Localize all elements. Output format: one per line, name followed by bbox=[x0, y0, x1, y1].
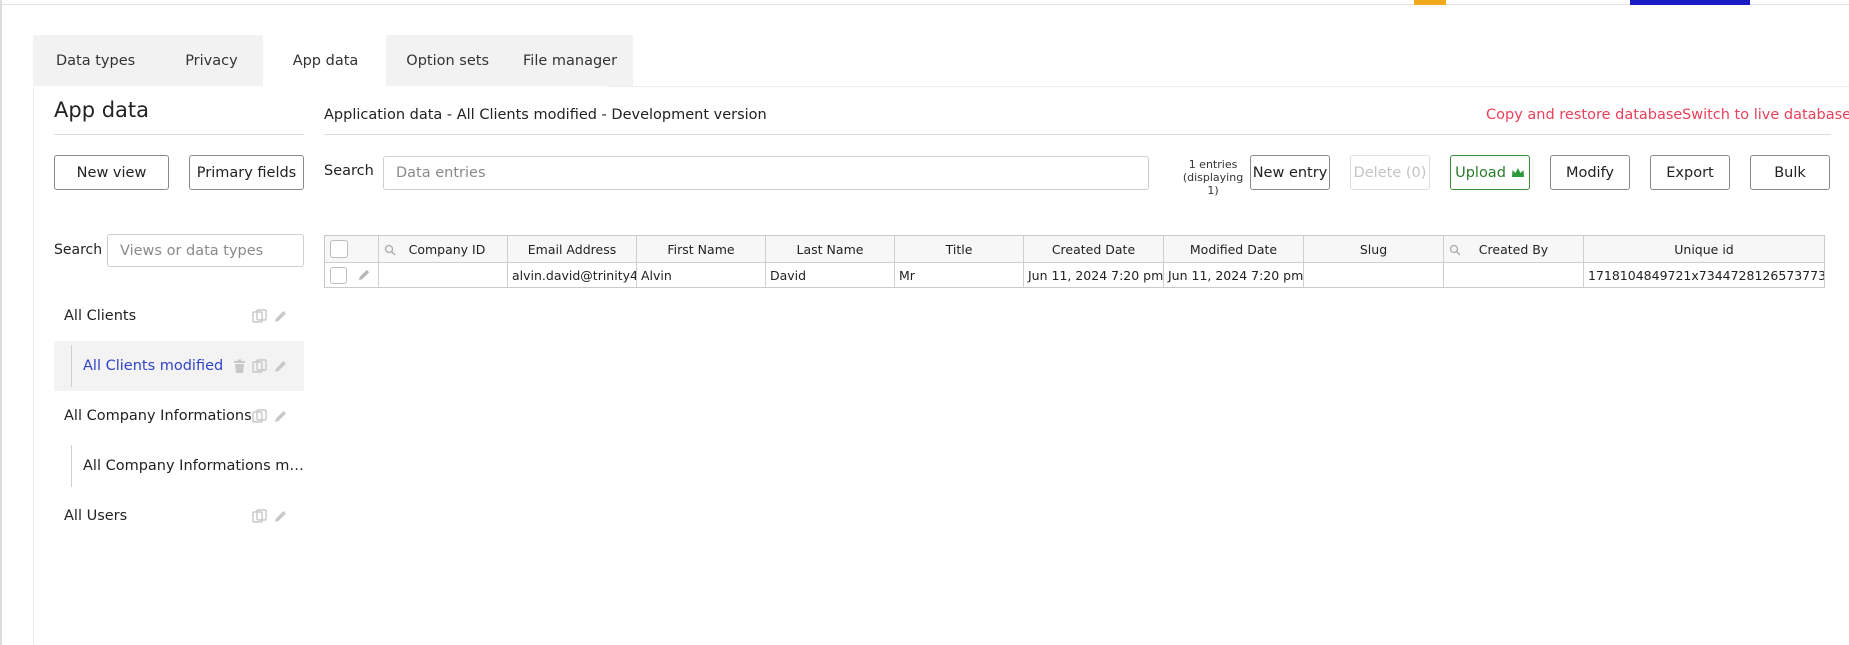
tab-data-types[interactable]: Data types bbox=[33, 35, 160, 86]
left-rail bbox=[0, 0, 2, 645]
column-header-label: Modified Date bbox=[1189, 241, 1278, 257]
view-item-all-users[interactable]: All Users bbox=[54, 491, 304, 541]
crown-icon bbox=[1511, 167, 1524, 177]
column-header-email-address[interactable]: Email Address bbox=[508, 236, 637, 262]
tab-option-sets[interactable]: Option sets bbox=[386, 35, 505, 86]
upload-button[interactable]: Upload bbox=[1450, 155, 1530, 190]
cell-last-name[interactable]: David bbox=[766, 263, 895, 287]
column-header-label: First Name bbox=[667, 241, 735, 257]
new-view-button[interactable]: New view bbox=[54, 155, 169, 190]
content-left-border bbox=[33, 88, 34, 645]
view-item-all-company-informations[interactable]: All Company Informations bbox=[54, 391, 304, 441]
view-item-all-company-informations-modified[interactable]: All Company Informations mo... bbox=[54, 441, 309, 491]
copy-restore-database-link[interactable]: Copy and restore database bbox=[1486, 107, 1682, 123]
column-header-modified-date[interactable]: Modified Date bbox=[1164, 236, 1304, 262]
view-item-all-clients-modified[interactable]: All Clients modified bbox=[54, 341, 304, 391]
delete-button[interactable]: Delete (0) bbox=[1350, 155, 1430, 190]
column-header-slug[interactable]: Slug bbox=[1304, 236, 1444, 262]
column-header-label: Company ID bbox=[408, 241, 486, 257]
top-strip-orange bbox=[1414, 0, 1446, 5]
select-all-checkbox[interactable] bbox=[330, 240, 348, 258]
entries-count: 1 entries (displaying 1) bbox=[1182, 158, 1244, 197]
column-header-label: Last Name bbox=[796, 241, 864, 257]
primary-fields-button[interactable]: Primary fields bbox=[189, 155, 304, 190]
tab-bar: Data types Privacy App data Option sets … bbox=[33, 35, 634, 86]
header-divider bbox=[324, 134, 1831, 135]
pencil-icon[interactable] bbox=[357, 268, 371, 282]
view-item-label: All Users bbox=[64, 508, 128, 524]
view-item-label: All Clients bbox=[64, 308, 137, 324]
top-strip bbox=[0, 0, 1849, 5]
data-table: Company ID Email Address First Name Last… bbox=[324, 235, 1825, 288]
tab-app-data[interactable]: App data bbox=[262, 35, 387, 86]
copy-icon[interactable] bbox=[252, 508, 267, 524]
column-header-label: Unique id bbox=[1674, 241, 1734, 257]
select-all-cell bbox=[325, 236, 379, 262]
cell-created-by[interactable] bbox=[1444, 263, 1584, 287]
tab-privacy[interactable]: Privacy bbox=[160, 35, 263, 86]
column-header-label: Created By bbox=[1478, 241, 1549, 257]
pencil-icon[interactable] bbox=[273, 409, 288, 424]
views-list: All Clients All Clients modified All Com… bbox=[54, 291, 309, 541]
column-header-label: Title bbox=[945, 241, 973, 257]
pencil-icon[interactable] bbox=[273, 509, 288, 524]
cell-first-name[interactable]: Alvin bbox=[637, 263, 766, 287]
column-header-created-by[interactable]: Created By bbox=[1444, 236, 1584, 262]
table-header-row: Company ID Email Address First Name Last… bbox=[325, 236, 1824, 263]
view-item-label: All Company Informations bbox=[64, 408, 252, 424]
switch-to-live-database-link[interactable]: Switch to live database bbox=[1682, 107, 1849, 123]
pencil-icon[interactable] bbox=[273, 309, 288, 324]
cell-company-id[interactable] bbox=[379, 263, 508, 287]
column-header-label: Slug bbox=[1359, 241, 1388, 257]
modify-button[interactable]: Modify bbox=[1550, 155, 1630, 190]
copy-icon[interactable] bbox=[252, 358, 267, 374]
search-icon[interactable] bbox=[1449, 244, 1461, 256]
tab-file-manager[interactable]: File manager bbox=[505, 35, 633, 86]
data-entries-search-input[interactable] bbox=[383, 156, 1149, 190]
pencil-icon[interactable] bbox=[273, 359, 288, 374]
search-icon[interactable] bbox=[384, 244, 396, 256]
column-header-label: Created Date bbox=[1051, 241, 1136, 257]
column-header-first-name[interactable]: First Name bbox=[637, 236, 766, 262]
page-title: Application data - All Clients modified … bbox=[324, 107, 767, 123]
column-header-last-name[interactable]: Last Name bbox=[766, 236, 895, 262]
column-header-company-id[interactable]: Company ID bbox=[379, 236, 508, 262]
copy-icon[interactable] bbox=[252, 308, 267, 324]
cell-email-address[interactable]: alvin.david@trinity42.c bbox=[508, 263, 637, 287]
upload-button-label: Upload bbox=[1455, 164, 1506, 181]
cell-modified-date[interactable]: Jun 11, 2024 7:20 pm bbox=[1164, 263, 1304, 287]
panel-title: App data bbox=[54, 98, 150, 122]
cell-unique-id[interactable]: 1718104849721x734472812657377300 bbox=[1584, 263, 1824, 287]
column-header-title[interactable]: Title bbox=[895, 236, 1024, 262]
row-checkbox[interactable] bbox=[330, 266, 347, 284]
top-strip-blue bbox=[1630, 0, 1750, 5]
table-row[interactable]: alvin.david@trinity42.c Alvin David Mr J… bbox=[325, 263, 1824, 287]
views-search-input[interactable] bbox=[107, 234, 304, 267]
export-button[interactable]: Export bbox=[1650, 155, 1730, 190]
column-header-unique-id[interactable]: Unique id bbox=[1584, 236, 1824, 262]
cell-title[interactable]: Mr bbox=[895, 263, 1024, 287]
tabs-divider bbox=[607, 86, 1849, 87]
panel-title-divider bbox=[54, 134, 304, 135]
column-header-label: Email Address bbox=[527, 241, 617, 257]
view-item-label: All Company Informations mo... bbox=[83, 458, 309, 474]
data-search-label: Search bbox=[324, 163, 374, 179]
copy-icon[interactable] bbox=[252, 408, 267, 424]
new-entry-button[interactable]: New entry bbox=[1250, 155, 1330, 190]
column-header-created-date[interactable]: Created Date bbox=[1024, 236, 1164, 262]
bulk-button[interactable]: Bulk bbox=[1750, 155, 1830, 190]
views-search-label: Search bbox=[54, 242, 103, 258]
row-select-cell bbox=[325, 263, 379, 287]
trash-icon[interactable] bbox=[233, 359, 246, 374]
view-item-label: All Clients modified bbox=[83, 358, 224, 374]
cell-slug[interactable] bbox=[1304, 263, 1444, 287]
view-item-all-clients[interactable]: All Clients bbox=[54, 291, 304, 341]
cell-created-date[interactable]: Jun 11, 2024 7:20 pm bbox=[1024, 263, 1164, 287]
